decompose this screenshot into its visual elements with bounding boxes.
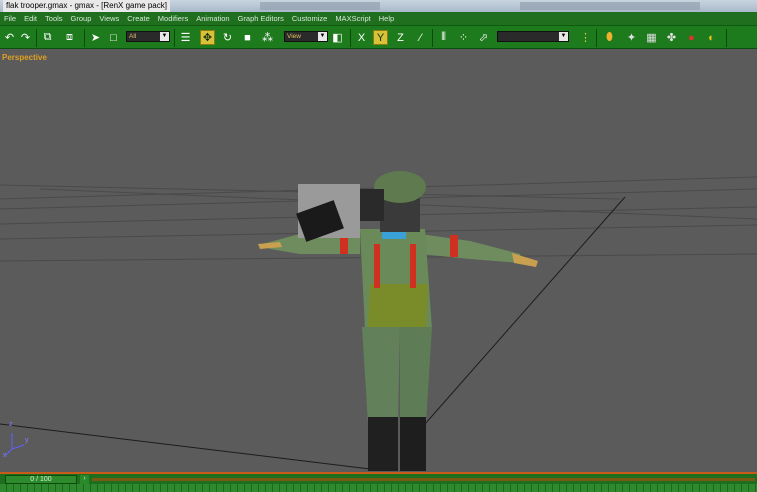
ground-edge-line bbox=[409, 196, 626, 442]
right-leg bbox=[400, 327, 432, 424]
time-slider-thumb[interactable]: 0 / 100 bbox=[5, 475, 77, 484]
schematic-icon[interactable]: ✦ bbox=[624, 30, 639, 45]
render-setup-icon[interactable]: ✤ bbox=[664, 30, 679, 45]
axis-y-icon[interactable]: Y bbox=[373, 30, 388, 45]
right-hand bbox=[512, 253, 538, 267]
chevron-down-icon: ▼ bbox=[318, 32, 327, 41]
toolbar-separator bbox=[36, 29, 37, 47]
title-bar-decoration bbox=[260, 2, 380, 10]
left-boot bbox=[368, 417, 398, 471]
axis-constraint-icon[interactable]: ⁄ bbox=[413, 30, 428, 45]
chevron-down-icon: ▼ bbox=[160, 32, 169, 41]
scale-icon[interactable]: ■ bbox=[240, 30, 255, 45]
track-view-icon[interactable]: ⋮ bbox=[578, 30, 593, 45]
axis-x-icon[interactable]: X bbox=[354, 30, 369, 45]
toolbar-separator bbox=[174, 29, 175, 47]
selection-filter-value: All bbox=[129, 33, 137, 40]
right-boot bbox=[400, 417, 426, 471]
region-select-icon[interactable]: □ bbox=[106, 30, 121, 45]
reference-coord-value: View bbox=[287, 33, 301, 40]
toolbar-separator bbox=[350, 29, 351, 47]
snap-icon[interactable]: ⁂ bbox=[260, 30, 275, 45]
toolbar-separator bbox=[84, 29, 85, 47]
rotate-icon[interactable]: ↻ bbox=[220, 30, 235, 45]
next-frame-icon[interactable]: › bbox=[80, 475, 89, 484]
menu-views[interactable]: Views bbox=[95, 12, 123, 25]
render-icon[interactable]: ● bbox=[684, 30, 699, 45]
array-icon[interactable]: ⁘ bbox=[456, 30, 471, 45]
menu-animation[interactable]: Animation bbox=[192, 12, 233, 25]
redo-icon[interactable]: ↷ bbox=[18, 30, 33, 45]
chevron-down-icon: ▼ bbox=[559, 32, 568, 41]
named-selection-dropdown[interactable]: ▼ bbox=[497, 31, 569, 42]
axis-tripod bbox=[5, 433, 25, 456]
mirror-icon[interactable]: ⫴ bbox=[436, 30, 451, 45]
time-slider-track[interactable] bbox=[92, 478, 755, 481]
axis-y-label: y bbox=[25, 437, 29, 444]
selection-filter-dropdown[interactable]: All ▼ bbox=[126, 31, 170, 42]
move-icon[interactable]: ✥ bbox=[200, 30, 215, 45]
axis-z-icon[interactable]: Z bbox=[393, 30, 408, 45]
menu-modifiers[interactable]: Modifiers bbox=[154, 12, 192, 25]
toolbar-separator bbox=[596, 29, 597, 47]
overalls bbox=[368, 284, 428, 327]
viewport-label[interactable]: Perspective bbox=[2, 53, 47, 62]
menu-file[interactable]: File bbox=[0, 12, 20, 25]
axis-z-label: z bbox=[9, 421, 13, 428]
menu-customize[interactable]: Customize bbox=[288, 12, 331, 25]
perspective-viewport[interactable]: Perspective z y x bbox=[0, 49, 757, 472]
main-toolbar: ↶ ↷ ⧉ ⧈ ➤ □ All ▼ ☰ ✥ ↻ ■ ⁂ View ▼ ◧ X Y… bbox=[0, 25, 757, 49]
menu-tools[interactable]: Tools bbox=[41, 12, 67, 25]
left-leg bbox=[362, 327, 400, 424]
menu-group[interactable]: Group bbox=[67, 12, 96, 25]
right-strap bbox=[410, 244, 416, 288]
link-icon[interactable]: ⧉ bbox=[40, 30, 55, 45]
toolbar-separator bbox=[432, 29, 433, 47]
menu-graph-editors[interactable]: Graph Editors bbox=[234, 12, 288, 25]
window-title: flak trooper.gmax - gmax - [RenX game pa… bbox=[3, 0, 170, 12]
menu-bar: File Edit Tools Group Views Create Modif… bbox=[0, 12, 757, 25]
reference-coord-dropdown[interactable]: View ▼ bbox=[284, 31, 328, 42]
soldier-model[interactable] bbox=[258, 171, 538, 471]
toolbar-separator bbox=[726, 29, 727, 47]
title-bar: flak trooper.gmax - gmax - [RenX game pa… bbox=[0, 0, 757, 12]
select-icon[interactable]: ➤ bbox=[88, 30, 103, 45]
left-strap bbox=[374, 244, 380, 288]
time-slider: 0 / 100 › bbox=[0, 472, 757, 484]
track-bar[interactable] bbox=[0, 484, 757, 492]
axis-x-label: x bbox=[3, 452, 7, 459]
right-arm bbox=[420, 234, 520, 263]
undo-icon[interactable]: ↶ bbox=[2, 30, 17, 45]
pivot-icon[interactable]: ◧ bbox=[330, 30, 345, 45]
unlink-icon[interactable]: ⧈ bbox=[62, 30, 77, 45]
right-armband bbox=[450, 235, 458, 257]
menu-create[interactable]: Create bbox=[123, 12, 154, 25]
align-icon[interactable]: ⬀ bbox=[476, 30, 491, 45]
checker-icon[interactable]: ▦ bbox=[644, 30, 659, 45]
title-bar-decoration bbox=[520, 2, 700, 10]
launcher-tube bbox=[360, 189, 384, 221]
viewport-scene bbox=[0, 171, 757, 471]
material-icon[interactable]: ⬮ bbox=[602, 30, 617, 45]
ground-edge-line bbox=[0, 423, 371, 470]
menu-maxscript[interactable]: MAXScript bbox=[331, 12, 374, 25]
quick-render-icon[interactable]: ◐ bbox=[704, 30, 719, 45]
select-by-name-icon[interactable]: ☰ bbox=[178, 30, 193, 45]
menu-edit[interactable]: Edit bbox=[20, 12, 41, 25]
menu-help[interactable]: Help bbox=[375, 12, 398, 25]
